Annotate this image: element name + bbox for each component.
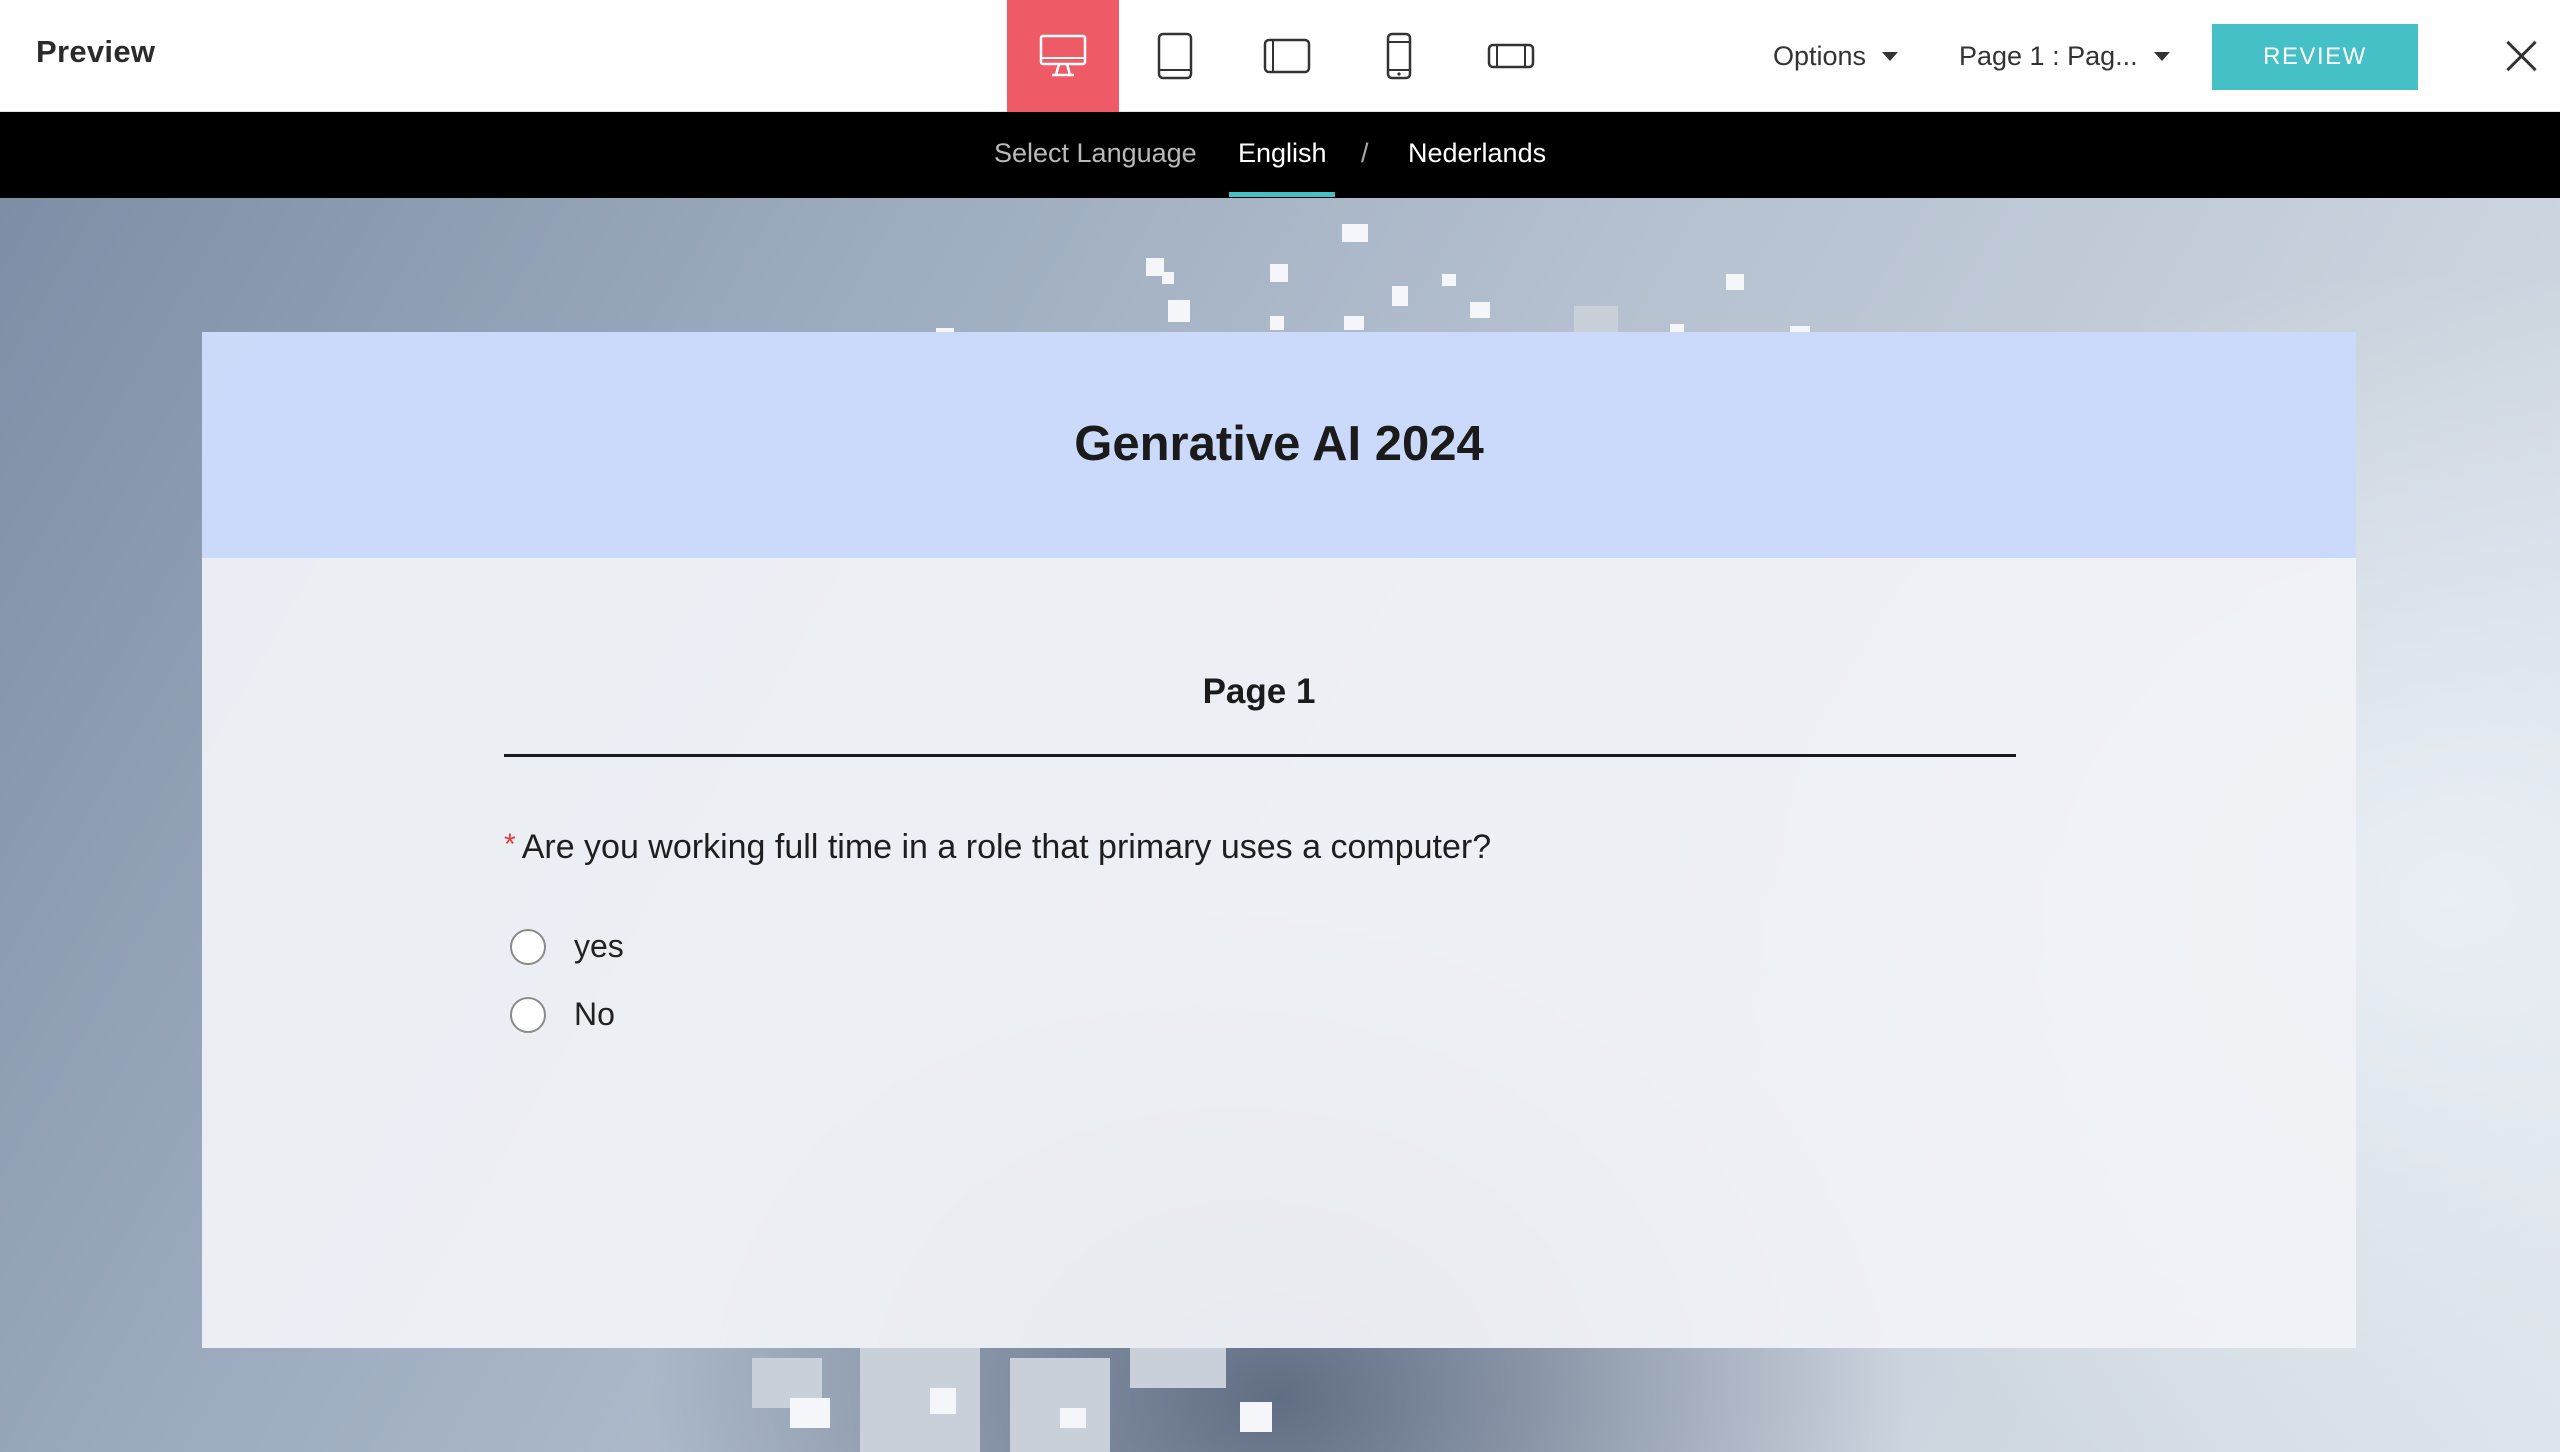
form-title: Genrative AI 2024 [1074,417,1484,471]
decorative-pixel [860,1348,980,1452]
decorative-pixel [1270,264,1288,282]
decorative-pixel [1130,1348,1226,1388]
option-label-no: No [574,996,615,1032]
decorative-pixel [1670,324,1684,332]
decorative-pixel [930,1388,956,1414]
tablet-landscape-icon [1263,38,1311,74]
device-switcher [1007,0,1567,112]
radio-button-no[interactable] [510,996,546,1033]
desktop-icon [1039,34,1087,77]
select-language-label: Select Language [994,138,1197,168]
required-marker: * [504,828,516,861]
question-label: Are you working full time in a role that… [521,828,1492,866]
mobile-landscape-icon [1487,43,1535,69]
decorative-pixel [790,1398,830,1428]
mobile-portrait-icon [1386,32,1412,80]
decorative-pixel [1392,286,1408,306]
decorative-pixel [1010,1358,1110,1452]
device-mobile-portrait-button[interactable] [1343,0,1455,112]
decorative-pixel [1442,274,1456,286]
language-bar: Select Language English / Nederlands [0,112,2560,198]
preview-title: Preview [36,34,156,69]
decorative-pixel [1060,1408,1086,1428]
active-language-indicator [1229,192,1335,197]
decorative-pixel [1168,300,1190,322]
decorative-pixel [1344,316,1364,330]
close-icon[interactable] [2500,34,2544,78]
option-yes[interactable]: yes [510,928,624,965]
language-separator: / [1361,138,1369,168]
chevron-down-icon [1882,51,1899,61]
top-bar: Preview Options Page 1: Pag... REVIEW [0,0,2560,112]
decorative-pixel [1162,272,1174,284]
page-heading: Page 1 [1202,672,1316,711]
decorative-pixel [1574,306,1618,332]
language-english[interactable]: English [1238,138,1327,169]
device-tablet-landscape-button[interactable] [1231,0,1343,112]
form-card: Genrative AI 2024 Page 1 * Are you workin… [202,332,2356,1348]
decorative-pixel [1470,302,1490,318]
page-divider [504,754,2016,757]
decorative-pixel [1240,1402,1272,1432]
decorative-pixel [1726,274,1744,290]
page-select-label: Page 1 : Pag... [1959,40,2138,71]
option-no[interactable]: No [510,996,615,1033]
options-dropdown[interactable]: Options [1773,34,1899,78]
chevron-down-icon [2153,51,2170,61]
tablet-portrait-icon [1157,32,1193,80]
language-nederlands[interactable]: Nederlands [1408,138,1546,169]
option-label-yes: yes [574,928,624,964]
decorative-pixel [1342,224,1368,242]
decorative-pixel [1270,316,1284,330]
device-tablet-portrait-button[interactable] [1119,0,1231,112]
options-label: Options [1773,40,1867,71]
device-mobile-landscape-button[interactable] [1455,0,1567,112]
review-button[interactable]: REVIEW [2212,24,2418,90]
page-select-dropdown[interactable]: Page 1 : Pag... [1959,34,2170,78]
radio-button-yes[interactable] [510,928,546,965]
device-desktop-button[interactable] [1007,0,1119,112]
question-text: * Are you working full time in a role tha… [504,828,1491,867]
form-header: Genrative AI 2024 [202,332,2356,558]
